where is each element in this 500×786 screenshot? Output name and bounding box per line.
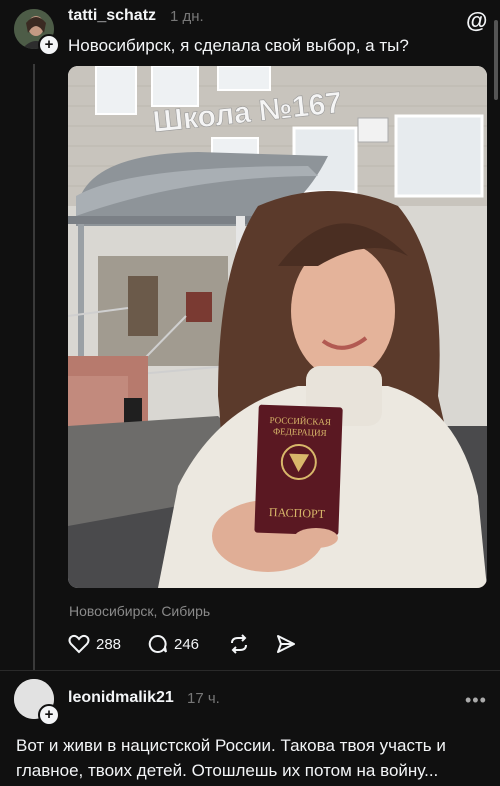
passport-line1: РОССИЙСКАЯ	[269, 415, 331, 427]
passport-title: ПАСПОРТ	[269, 505, 326, 521]
post-time: 1 дн.	[170, 8, 204, 25]
reply-time: 17 ч.	[187, 690, 220, 707]
photo-image: Школа №167 РОССИЙСКАЯ ФЕДЕРАЦИЯ ПАСПОРТ	[68, 66, 487, 588]
post-username[interactable]: tatti_schatz	[68, 7, 156, 25]
send-icon	[277, 635, 295, 653]
repost-icon	[231, 634, 247, 654]
reply-username[interactable]: leonidmalik21	[68, 689, 174, 707]
threads-logo-icon[interactable]: @	[466, 8, 487, 34]
location-tag[interactable]: Новосибирск, Сибирь	[69, 603, 210, 619]
comment-bubble-icon	[148, 634, 167, 653]
scrollbar[interactable]	[494, 20, 498, 100]
thread-line	[33, 64, 35, 670]
comment-button[interactable]: 246	[148, 634, 199, 654]
heart-icon	[68, 634, 90, 654]
like-count: 288	[96, 635, 122, 653]
follow-plus-icon[interactable]: +	[38, 34, 60, 56]
share-button[interactable]	[276, 634, 296, 654]
post-text: Новосибирск, я сделала свой выбор, а ты?	[68, 36, 409, 55]
repost-button[interactable]	[228, 634, 250, 654]
divider	[0, 670, 500, 671]
more-dots-icon[interactable]: •••	[465, 690, 487, 711]
reply-follow-plus-icon[interactable]: +	[38, 704, 60, 726]
like-button[interactable]: 288	[68, 634, 121, 654]
passport-line2: ФЕДЕРАЦИЯ	[273, 426, 327, 438]
post-photo[interactable]: Школа №167 РОССИЙСКАЯ ФЕДЕРАЦИЯ ПАСПОРТ	[68, 66, 487, 588]
comment-count: 246	[174, 635, 200, 653]
reply-text: Вот и живи в нацистской России. Такова т…	[16, 736, 446, 780]
